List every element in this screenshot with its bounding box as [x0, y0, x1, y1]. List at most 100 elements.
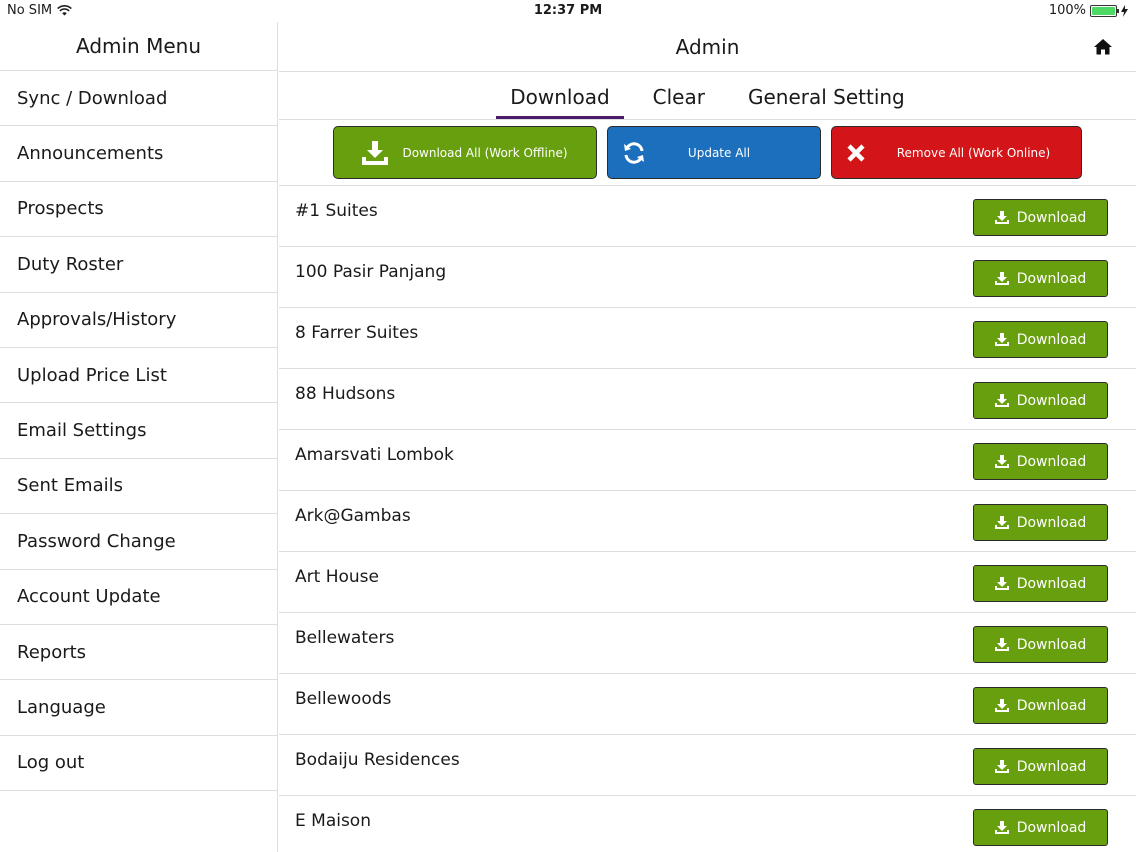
- list-item: #1 Suites Download: [279, 186, 1136, 247]
- project-list: #1 Suites Download 100 Pasir Panjang Downlo…: [279, 186, 1136, 852]
- sidebar-item-log-out[interactable]: Log out: [0, 736, 277, 792]
- download-button[interactable]: Download: [973, 809, 1108, 846]
- sidebar-item-label: Upload Price List: [17, 364, 167, 386]
- sidebar-item-label: Password Change: [17, 530, 176, 552]
- update-all-label: Update All: [687, 145, 751, 160]
- battery-icon: [1090, 4, 1119, 17]
- download-button-label: Download: [1016, 209, 1087, 226]
- list-item: Bellewaters Download: [279, 613, 1136, 674]
- sidebar-item-duty-roster[interactable]: Duty Roster: [0, 237, 277, 293]
- charging-bolt-icon: [1121, 4, 1128, 17]
- page-title: Admin: [675, 34, 740, 59]
- sidebar-item-label: Sync / Download: [17, 87, 168, 109]
- sidebar-item-label: Duty Roster: [17, 253, 124, 275]
- list-item: 100 Pasir Panjang Download: [279, 247, 1136, 308]
- download-button[interactable]: Download: [973, 565, 1108, 602]
- project-name: Ark@Gambas: [295, 506, 411, 526]
- download-button[interactable]: Download: [973, 382, 1108, 419]
- download-icon: [994, 516, 1009, 529]
- project-name: E Maison: [295, 811, 371, 831]
- project-name: Art House: [295, 567, 379, 587]
- project-name: 8 Farrer Suites: [295, 323, 419, 343]
- project-name: Bodaiju Residences: [295, 750, 460, 770]
- download-button[interactable]: Download: [973, 443, 1108, 480]
- project-name: 88 Hudsons: [295, 384, 396, 404]
- tab-clear[interactable]: Clear: [639, 75, 719, 119]
- sidebar-item-label: Prospects: [17, 198, 104, 220]
- list-item: Bodaiju Residences Download: [279, 735, 1136, 796]
- download-icon: [994, 394, 1009, 407]
- download-icon: [994, 333, 1009, 346]
- download-all-label: Download All (Work Offline): [402, 145, 568, 160]
- sidebar-item-label: Sent Emails: [17, 475, 124, 497]
- sidebar-item-reports[interactable]: Reports: [0, 625, 277, 681]
- download-button-label: Download: [1016, 514, 1087, 531]
- download-button-label: Download: [1016, 392, 1087, 409]
- project-name: Amarsvati Lombok: [295, 445, 454, 465]
- tab-download[interactable]: Download: [496, 75, 625, 119]
- list-item: Ark@Gambas Download: [279, 491, 1136, 552]
- list-item: 8 Farrer Suites Download: [279, 308, 1136, 369]
- download-button-label: Download: [1016, 636, 1087, 653]
- tab-bar: Download Clear General Setting: [279, 72, 1136, 120]
- project-name: Bellewoods: [295, 689, 392, 709]
- status-right: 100%: [1049, 3, 1128, 18]
- download-icon: [994, 821, 1009, 834]
- sidebar-title: Admin Menu: [0, 22, 277, 71]
- main-panel: Admin Download Clear General Setting Dow…: [279, 22, 1136, 852]
- refresh-icon: [624, 141, 644, 164]
- tab-general-setting[interactable]: General Setting: [734, 75, 919, 119]
- download-button[interactable]: Download: [973, 748, 1108, 785]
- project-name: 100 Pasir Panjang: [295, 262, 447, 282]
- status-time: 12:37 PM: [533, 3, 603, 18]
- action-bar: Download All (Work Offline) Update All R…: [279, 120, 1136, 186]
- sidebar-item-label: Log out: [17, 752, 85, 774]
- sidebar-item-label: Approvals/History: [17, 309, 177, 331]
- sidebar-item-label: Reports: [17, 641, 87, 663]
- sidebar-item-upload-price-list[interactable]: Upload Price List: [0, 348, 277, 404]
- sidebar-item-announcements[interactable]: Announcements: [0, 126, 277, 182]
- sidebar-item-sent-emails[interactable]: Sent Emails: [0, 459, 277, 515]
- download-button-label: Download: [1016, 575, 1087, 592]
- download-button-label: Download: [1016, 331, 1087, 348]
- list-item: 88 Hudsons Download: [279, 369, 1136, 430]
- home-icon[interactable]: [1093, 37, 1113, 57]
- download-button[interactable]: Download: [973, 504, 1108, 541]
- status-bar: No SIM 12:37 PM 100%: [0, 0, 1136, 22]
- download-icon: [994, 455, 1009, 468]
- sidebar-item-language[interactable]: Language: [0, 680, 277, 736]
- download-button[interactable]: Download: [973, 321, 1108, 358]
- download-button-label: Download: [1016, 758, 1087, 775]
- project-name: Bellewaters: [295, 628, 395, 648]
- download-icon: [994, 272, 1009, 285]
- sidebar-item-approvals-history[interactable]: Approvals/History: [0, 293, 277, 348]
- sidebar-item-sync-download[interactable]: Sync / Download: [0, 71, 277, 127]
- download-button[interactable]: Download: [973, 199, 1108, 236]
- update-all-button[interactable]: Update All: [607, 126, 821, 179]
- download-button-label: Download: [1016, 819, 1087, 836]
- list-item: Art House Download: [279, 552, 1136, 613]
- download-icon: [994, 760, 1009, 773]
- close-icon: [847, 143, 865, 162]
- remove-all-button[interactable]: Remove All (Work Online): [831, 126, 1082, 179]
- download-button-label: Download: [1016, 270, 1087, 287]
- sidebar-item-label: Language: [17, 696, 106, 718]
- download-button-label: Download: [1016, 453, 1087, 470]
- download-button[interactable]: Download: [973, 626, 1108, 663]
- download-icon: [994, 211, 1009, 224]
- sidebar-item-email-settings[interactable]: Email Settings: [0, 403, 277, 459]
- download-tray-icon: [362, 140, 389, 165]
- download-icon: [994, 577, 1009, 590]
- download-all-button[interactable]: Download All (Work Offline): [333, 126, 597, 179]
- sidebar-item-account-update[interactable]: Account Update: [0, 570, 277, 625]
- list-item: Bellewoods Download: [279, 674, 1136, 735]
- download-button[interactable]: Download: [973, 687, 1108, 724]
- sidebar-item-label: Account Update: [17, 586, 161, 608]
- sidebar-item-password-change[interactable]: Password Change: [0, 514, 277, 570]
- list-item: E Maison Download: [279, 796, 1136, 852]
- sidebar-item-prospects[interactable]: Prospects: [0, 182, 277, 238]
- admin-sidebar: Admin Menu Sync / Download Announcements…: [0, 22, 278, 852]
- sidebar-item-label: Email Settings: [17, 420, 147, 442]
- download-button[interactable]: Download: [973, 260, 1108, 297]
- download-icon: [994, 638, 1009, 651]
